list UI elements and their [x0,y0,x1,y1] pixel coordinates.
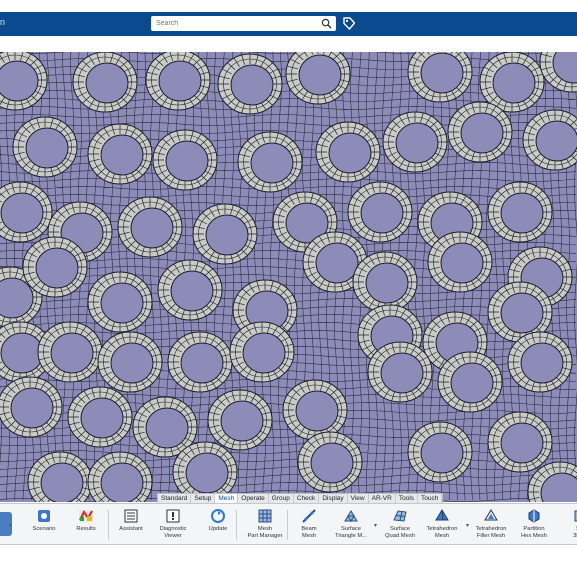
partition-hex-mesh-icon [509,508,559,524]
app-header: n [0,12,577,36]
mesh-part-manager-icon [240,508,290,524]
mesh-3d-viewport[interactable] [0,52,577,502]
mesh-canvas [0,52,577,502]
tetrahedron-mesh-icon [417,508,467,524]
mesh-part-manager-button[interactable]: Mesh Part Manager [240,506,290,544]
tool-label-line2: Triangle M... [335,532,367,539]
dropdown-caret-icon[interactable]: ▾ [466,522,469,529]
surface-triangle-mesh-button[interactable]: Surface Triangle M... [326,506,376,544]
tag-icon[interactable] [343,17,355,31]
bottom-margin [0,545,577,577]
tool-label-line2: 3D M [573,532,577,539]
sweep-3d-mesh-icon [555,508,577,524]
app-title: n [0,17,6,27]
dropdown-caret-icon[interactable]: ▾ [9,522,12,529]
top-margin [0,0,577,12]
dropdown-caret-icon[interactable]: ▾ [374,522,377,529]
tool-label-line2: Hex Mesh [520,532,548,539]
tool-label: Results [76,526,96,532]
tool-label-line2: Viewer [164,532,182,539]
tool-label-line2: Part Manager [247,532,283,539]
search-icon[interactable] [321,18,332,29]
header-gap [0,36,577,52]
sweep-3d-mesh-button[interactable]: Sw3D M [555,506,577,544]
mesh-toolbar: Scenario Results Assistant Diagnostic Viewer… [0,503,577,545]
toolbar-separator [236,510,237,540]
search-input[interactable] [151,16,316,31]
partition-hex-mesh-button[interactable]: Partition Hex Mesh [509,506,559,544]
results-button[interactable]: Results [61,506,111,544]
toolbar-separator [287,510,288,540]
results-icon [61,508,111,524]
diagnostic-viewer-icon [148,508,198,524]
tetrahedron-mesh-button[interactable]: Tetrahedron Mesh [417,506,467,544]
diagnostic-viewer-button[interactable]: Diagnostic Viewer [148,506,198,544]
tool-label-line2: Mesh [434,532,450,539]
surface-triangle-mesh-icon [326,508,376,524]
search-box[interactable] [151,16,336,31]
toolbar-separator [108,510,109,540]
